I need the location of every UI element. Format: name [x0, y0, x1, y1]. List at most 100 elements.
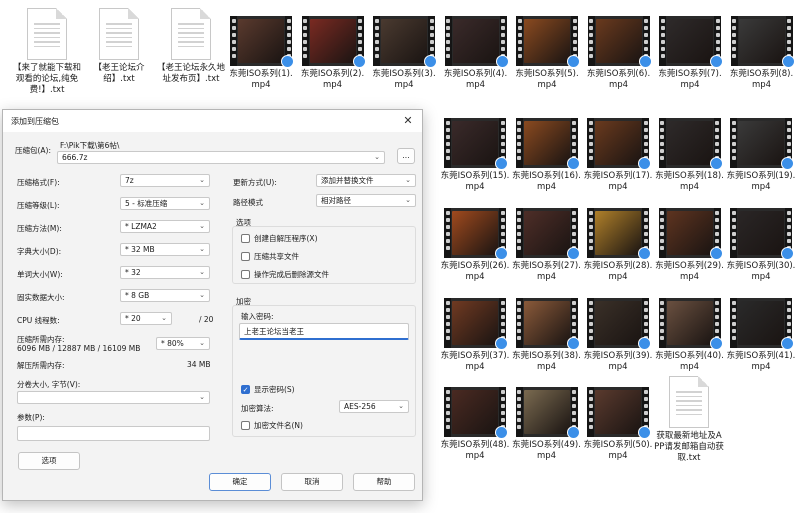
check-icon: ✓ — [241, 385, 250, 394]
help-button[interactable]: 帮助 — [353, 473, 415, 491]
chevron-down-icon: ⌄ — [161, 314, 167, 322]
film-strip — [230, 16, 237, 66]
dict-select[interactable]: * 32 MB ⌄ — [120, 243, 210, 256]
video-file-item[interactable]: 东莞ISO系列(16).mp4 — [512, 118, 582, 193]
close-icon[interactable]: ✕ — [394, 110, 422, 132]
archive-name-combobox[interactable]: 666.7z ⌄ — [57, 151, 385, 164]
word-value: * 32 — [125, 268, 141, 277]
mem-percent-select[interactable]: * 80% ⌄ — [156, 337, 210, 350]
chevron-down-icon: ⌄ — [405, 176, 411, 184]
video-file-item[interactable]: 东莞ISO系列(1).mp4 — [226, 16, 296, 91]
options-button[interactable]: 选项 — [18, 452, 80, 470]
video-file-item[interactable]: 东莞ISO系列(39).mp4 — [583, 298, 653, 373]
video-file-item[interactable]: 东莞ISO系列(37).mp4 — [440, 298, 510, 373]
shared-checkbox[interactable]: 压缩共享文件 — [241, 251, 299, 262]
file-label: 东莞ISO系列(40).mp4 — [655, 351, 724, 372]
show-password-checkbox[interactable]: ✓ 显示密码(S) — [241, 384, 295, 395]
video-file-item[interactable]: 东莞ISO系列(41).mp4 — [726, 298, 796, 373]
file-label: 东莞ISO系列(39).mp4 — [583, 351, 653, 372]
player-badge-icon — [638, 55, 652, 68]
file-label: 东莞ISO系列(50).mp4 — [583, 440, 653, 461]
password-value: 上老王论坛当老王 — [244, 327, 304, 336]
video-file-item[interactable]: 东莞ISO系列(18).mp4 — [655, 118, 725, 193]
video-file-item[interactable]: 东莞ISO系列(8).mp4 — [727, 16, 797, 91]
film-strip — [444, 118, 451, 168]
film-strip — [658, 118, 666, 168]
file-item[interactable]: 【来了就能下载和观看的论坛,纯免费!】.txt — [12, 8, 82, 96]
film-strip — [373, 16, 380, 66]
file-label: 东莞ISO系列(41).mp4 — [726, 351, 796, 372]
params-input[interactable] — [17, 426, 210, 441]
method-select[interactable]: * LZMA2 ⌄ — [120, 220, 210, 233]
split-combobox[interactable]: ⌄ — [17, 391, 210, 404]
video-file-item[interactable]: 东莞ISO系列(2).mp4 — [298, 16, 368, 91]
video-thumbnail — [658, 208, 723, 260]
video-file-item[interactable]: 东莞ISO系列(19).mp4 — [726, 118, 796, 193]
video-file-item[interactable]: 东莞ISO系列(48).mp4 — [440, 387, 510, 462]
video-frame — [738, 19, 785, 63]
video-file-item[interactable]: 东莞ISO系列(27).mp4 — [512, 208, 582, 283]
video-file-item[interactable]: 东莞ISO系列(29).mp4 — [655, 208, 725, 283]
cpu-select[interactable]: * 20 ⌄ — [120, 312, 172, 325]
file-item[interactable]: 获取最新地址及APP请发邮箱自动获取.txt — [654, 376, 724, 464]
file-label: 东莞ISO系列(18).mp4 — [655, 171, 724, 192]
encrypt-names-checkbox[interactable]: 加密文件名(N) — [241, 420, 303, 431]
video-frame — [452, 301, 498, 345]
delete-source-checkbox[interactable]: 操作完成后删除源文件 — [241, 269, 329, 280]
solid-select[interactable]: * 8 GB ⌄ — [120, 289, 210, 302]
video-file-item[interactable]: 东莞ISO系列(38).mp4 — [512, 298, 582, 373]
film-strip — [658, 298, 666, 348]
video-file-item[interactable]: 东莞ISO系列(49).mp4 — [512, 387, 582, 462]
video-file-item[interactable]: 东莞ISO系列(26).mp4 — [440, 208, 510, 283]
film-strip — [587, 387, 594, 437]
video-file-item[interactable]: 东莞ISO系列(6).mp4 — [584, 16, 654, 91]
film-strip — [659, 16, 666, 66]
video-file-item[interactable]: 东莞ISO系列(15).mp4 — [440, 118, 510, 193]
video-file-item[interactable]: 东莞ISO系列(50).mp4 — [583, 387, 653, 462]
checkbox-box — [241, 252, 250, 261]
player-badge-icon — [638, 247, 651, 260]
video-file-item[interactable]: 东莞ISO系列(17).mp4 — [583, 118, 653, 193]
film-strip — [444, 298, 451, 348]
video-thumbnail — [658, 298, 723, 350]
video-thumbnail — [444, 208, 508, 260]
file-item[interactable]: 【老王论坛介绍】.txt — [84, 8, 154, 85]
file-label: 东莞ISO系列(30).mp4 — [726, 261, 796, 282]
player-badge-icon — [781, 55, 795, 68]
video-file-item[interactable]: 东莞ISO系列(4).mp4 — [441, 16, 511, 91]
film-strip — [587, 208, 594, 258]
add-to-archive-dialog: 添加到压缩包 ✕ 压缩包(A): F:\Pik下载\第6帖\ 666.7z ⌄ … — [2, 109, 423, 501]
video-file-item[interactable]: 东莞ISO系列(3).mp4 — [369, 16, 439, 91]
ok-button[interactable]: 确定 — [209, 473, 271, 491]
password-input[interactable]: 上老王论坛当老王 — [239, 323, 409, 340]
film-strip — [515, 118, 523, 168]
solid-label: 固实数据大小: — [17, 293, 65, 302]
archive-path: F:\Pik下载\第6帖\ — [60, 141, 120, 150]
word-select[interactable]: * 32 ⌄ — [120, 266, 210, 279]
format-select[interactable]: 7z ⌄ — [120, 174, 210, 187]
video-file-item[interactable]: 东莞ISO系列(40).mp4 — [655, 298, 725, 373]
video-thumbnail — [373, 16, 437, 68]
video-file-item[interactable]: 东莞ISO系列(5).mp4 — [512, 16, 582, 91]
video-file-item[interactable]: 东莞ISO系列(7).mp4 — [655, 16, 725, 91]
player-badge-icon — [495, 157, 508, 170]
sfx-checkbox[interactable]: 创建自解压程序(X) — [241, 233, 318, 244]
enc-method-value: AES-256 — [344, 402, 376, 411]
pathmode-select[interactable]: 相对路径 ⌄ — [316, 194, 416, 207]
chevron-down-icon: ⌄ — [199, 245, 205, 253]
file-item[interactable]: 【老王论坛永久地址发布页】.txt — [156, 8, 226, 85]
cancel-button[interactable]: 取消 — [281, 473, 343, 491]
level-select[interactable]: 5 - 标准压缩 ⌄ — [120, 197, 210, 210]
video-file-item[interactable]: 东莞ISO系列(28).mp4 — [583, 208, 653, 283]
update-select[interactable]: 添加并替换文件 ⌄ — [316, 174, 416, 187]
text-file-icon — [669, 376, 709, 428]
file-label: 东莞ISO系列(28).mp4 — [583, 261, 653, 282]
player-badge-icon — [781, 157, 794, 170]
browse-button[interactable]: ... — [397, 148, 415, 164]
video-file-item[interactable]: 东莞ISO系列(30).mp4 — [726, 208, 796, 283]
enc-method-select[interactable]: AES-256 ⌄ — [339, 400, 409, 413]
player-badge-icon — [495, 337, 508, 350]
video-frame — [667, 19, 713, 63]
file-label: 东莞ISO系列(7).mp4 — [658, 69, 722, 90]
film-strip — [301, 16, 309, 66]
